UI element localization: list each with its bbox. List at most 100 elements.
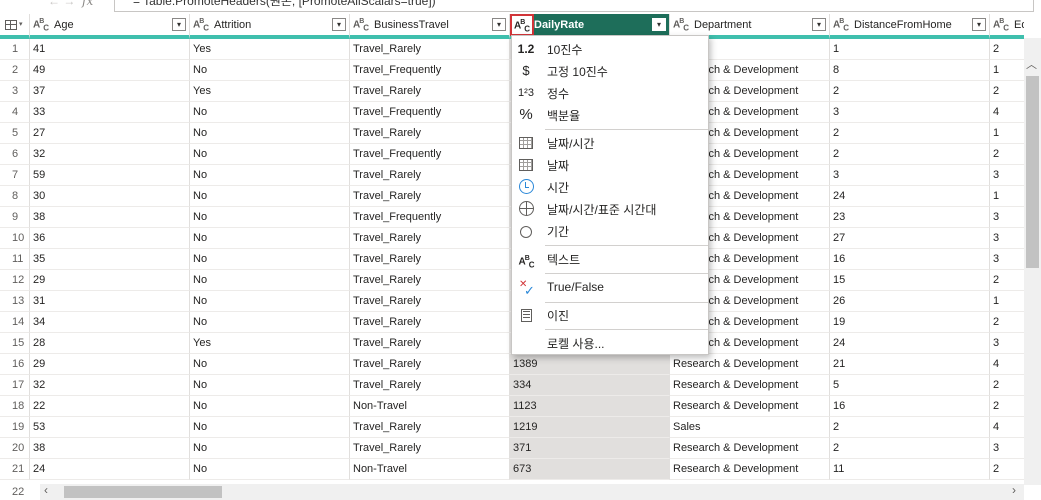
filter-dropdown-icon[interactable]: ▾ bbox=[172, 18, 186, 31]
row-number[interactable]: 6 bbox=[0, 144, 30, 165]
table-cell[interactable]: Travel_Rarely bbox=[350, 186, 510, 207]
table-cell[interactable]: No bbox=[190, 102, 350, 123]
table-cell[interactable]: 16 bbox=[830, 396, 990, 417]
table-cell[interactable]: 2 bbox=[830, 417, 990, 438]
table-cell[interactable]: 31 bbox=[30, 291, 190, 312]
table-cell[interactable]: Yes bbox=[190, 39, 350, 60]
table-cell[interactable]: Non-Travel bbox=[350, 459, 510, 480]
table-cell[interactable]: Research & Development bbox=[670, 396, 830, 417]
row-number[interactable]: 2 bbox=[0, 60, 30, 81]
scroll-left-icon[interactable]: ‹ bbox=[44, 483, 48, 497]
table-cell[interactable]: 38 bbox=[30, 207, 190, 228]
table-cell[interactable]: 2 bbox=[830, 123, 990, 144]
row-number[interactable]: 15 bbox=[0, 333, 30, 354]
table-cell[interactable]: 2 bbox=[990, 144, 1024, 165]
scroll-up-icon[interactable]: ︿ bbox=[1026, 56, 1037, 72]
table-cell[interactable]: 24 bbox=[30, 459, 190, 480]
table-cell[interactable]: 1219 bbox=[510, 417, 670, 438]
table-cell[interactable]: 59 bbox=[30, 165, 190, 186]
column-header-age[interactable]: ABC Age ▾ bbox=[30, 14, 190, 39]
table-cell[interactable]: 2 bbox=[830, 81, 990, 102]
horizontal-scroll-thumb[interactable] bbox=[64, 486, 222, 498]
table-cell[interactable]: Travel_Frequently bbox=[350, 102, 510, 123]
table-cell[interactable]: Travel_Rarely bbox=[350, 228, 510, 249]
table-cell[interactable]: 4 bbox=[990, 354, 1024, 375]
table-cell[interactable]: No bbox=[190, 354, 350, 375]
table-cell[interactable]: Travel_Rarely bbox=[350, 81, 510, 102]
row-number[interactable]: 17 bbox=[0, 375, 30, 396]
text-type-icon[interactable]: ABC bbox=[353, 18, 369, 32]
table-cell[interactable]: Travel_Rarely bbox=[350, 291, 510, 312]
table-row[interactable]: 16 29 No Travel_Rarely 1389 Research & Develo… bbox=[0, 354, 1024, 375]
table-cell[interactable]: 8 bbox=[830, 60, 990, 81]
table-cell[interactable]: 53 bbox=[30, 417, 190, 438]
table-cell[interactable]: 32 bbox=[30, 375, 190, 396]
menu-item-datetime[interactable]: 날짜/시간 bbox=[512, 132, 708, 154]
table-cell[interactable]: No bbox=[190, 144, 350, 165]
formula-input[interactable]: = Table.PromoteHeaders(원본, [PromoteAllSc… bbox=[114, 0, 1034, 12]
table-cell[interactable]: 2 bbox=[990, 270, 1024, 291]
table-cell[interactable]: 30 bbox=[30, 186, 190, 207]
table-cell[interactable]: Travel_Frequently bbox=[350, 60, 510, 81]
menu-item-whole-number[interactable]: 1²3 정수 bbox=[512, 82, 708, 104]
text-type-icon-highlighted[interactable]: ABC bbox=[510, 14, 534, 36]
table-cell[interactable]: No bbox=[190, 60, 350, 81]
row-number[interactable]: 8 bbox=[0, 186, 30, 207]
table-cell[interactable]: 19 bbox=[830, 312, 990, 333]
table-cell[interactable]: 3 bbox=[990, 438, 1024, 459]
table-row[interactable]: 21 24 No Non-Travel 673 Research & Developmen… bbox=[0, 459, 1024, 480]
table-cell[interactable]: Travel_Frequently bbox=[350, 144, 510, 165]
table-cell[interactable]: 4 bbox=[990, 417, 1024, 438]
menu-item-datetime-timezone[interactable]: 날짜/시간/표준 시간대 bbox=[512, 198, 708, 220]
table-cell[interactable]: 1389 bbox=[510, 354, 670, 375]
table-row[interactable]: 20 38 No Travel_Rarely 371 Research & Develop… bbox=[0, 438, 1024, 459]
text-type-icon[interactable]: ABC bbox=[193, 18, 209, 32]
row-number[interactable]: 14 bbox=[0, 312, 30, 333]
table-cell[interactable]: No bbox=[190, 270, 350, 291]
table-cell[interactable]: 49 bbox=[30, 60, 190, 81]
menu-item-percentage[interactable]: % 백분율 bbox=[512, 104, 708, 126]
table-cell[interactable]: No bbox=[190, 438, 350, 459]
table-cell[interactable]: 2 bbox=[990, 375, 1024, 396]
table-cell[interactable]: 26 bbox=[830, 291, 990, 312]
table-cell[interactable]: 2 bbox=[990, 459, 1024, 480]
table-cell[interactable]: 29 bbox=[30, 354, 190, 375]
formula-nav-icons[interactable]: ← → bbox=[48, 0, 75, 8]
filter-dropdown-icon[interactable]: ▾ bbox=[972, 18, 986, 31]
table-cell[interactable]: 3 bbox=[830, 165, 990, 186]
table-cell[interactable]: Yes bbox=[190, 333, 350, 354]
row-number[interactable]: 19 bbox=[0, 417, 30, 438]
table-cell[interactable]: 673 bbox=[510, 459, 670, 480]
table-cell[interactable]: Research & Development bbox=[670, 375, 830, 396]
table-cell[interactable]: 2 bbox=[990, 81, 1024, 102]
row-number[interactable]: 16 bbox=[0, 354, 30, 375]
table-cell[interactable]: 1 bbox=[990, 291, 1024, 312]
table-cell[interactable]: 3 bbox=[990, 165, 1024, 186]
table-cell[interactable]: 2 bbox=[830, 438, 990, 459]
filter-dropdown-icon[interactable]: ▾ bbox=[812, 18, 826, 31]
menu-item-duration[interactable]: 기간 bbox=[512, 220, 708, 242]
table-cell[interactable]: 1 bbox=[990, 60, 1024, 81]
table-cell[interactable]: 15 bbox=[830, 270, 990, 291]
table-cell[interactable]: 16 bbox=[830, 249, 990, 270]
column-header-education[interactable]: ABC Educa bbox=[990, 14, 1024, 39]
row-number[interactable]: 4 bbox=[0, 102, 30, 123]
row-number[interactable]: 13 bbox=[0, 291, 30, 312]
row-number[interactable]: 12 bbox=[0, 270, 30, 291]
table-cell[interactable]: 27 bbox=[830, 228, 990, 249]
table-cell[interactable]: 24 bbox=[830, 186, 990, 207]
table-cell[interactable]: 29 bbox=[30, 270, 190, 291]
table-cell[interactable]: 27 bbox=[30, 123, 190, 144]
table-cell[interactable]: No bbox=[190, 459, 350, 480]
table-cell[interactable]: 371 bbox=[510, 438, 670, 459]
table-cell[interactable]: Travel_Rarely bbox=[350, 333, 510, 354]
table-cell[interactable]: 22 bbox=[30, 396, 190, 417]
table-cell[interactable]: 3 bbox=[990, 207, 1024, 228]
menu-item-text[interactable]: ABC 텍스트 bbox=[512, 248, 708, 270]
table-cell[interactable]: Research & Development bbox=[670, 459, 830, 480]
table-cell[interactable]: 2 bbox=[990, 39, 1024, 60]
table-cell[interactable]: 3 bbox=[990, 249, 1024, 270]
filter-dropdown-icon[interactable]: ▾ bbox=[652, 18, 666, 31]
table-cell[interactable]: 33 bbox=[30, 102, 190, 123]
table-cell[interactable]: 38 bbox=[30, 438, 190, 459]
